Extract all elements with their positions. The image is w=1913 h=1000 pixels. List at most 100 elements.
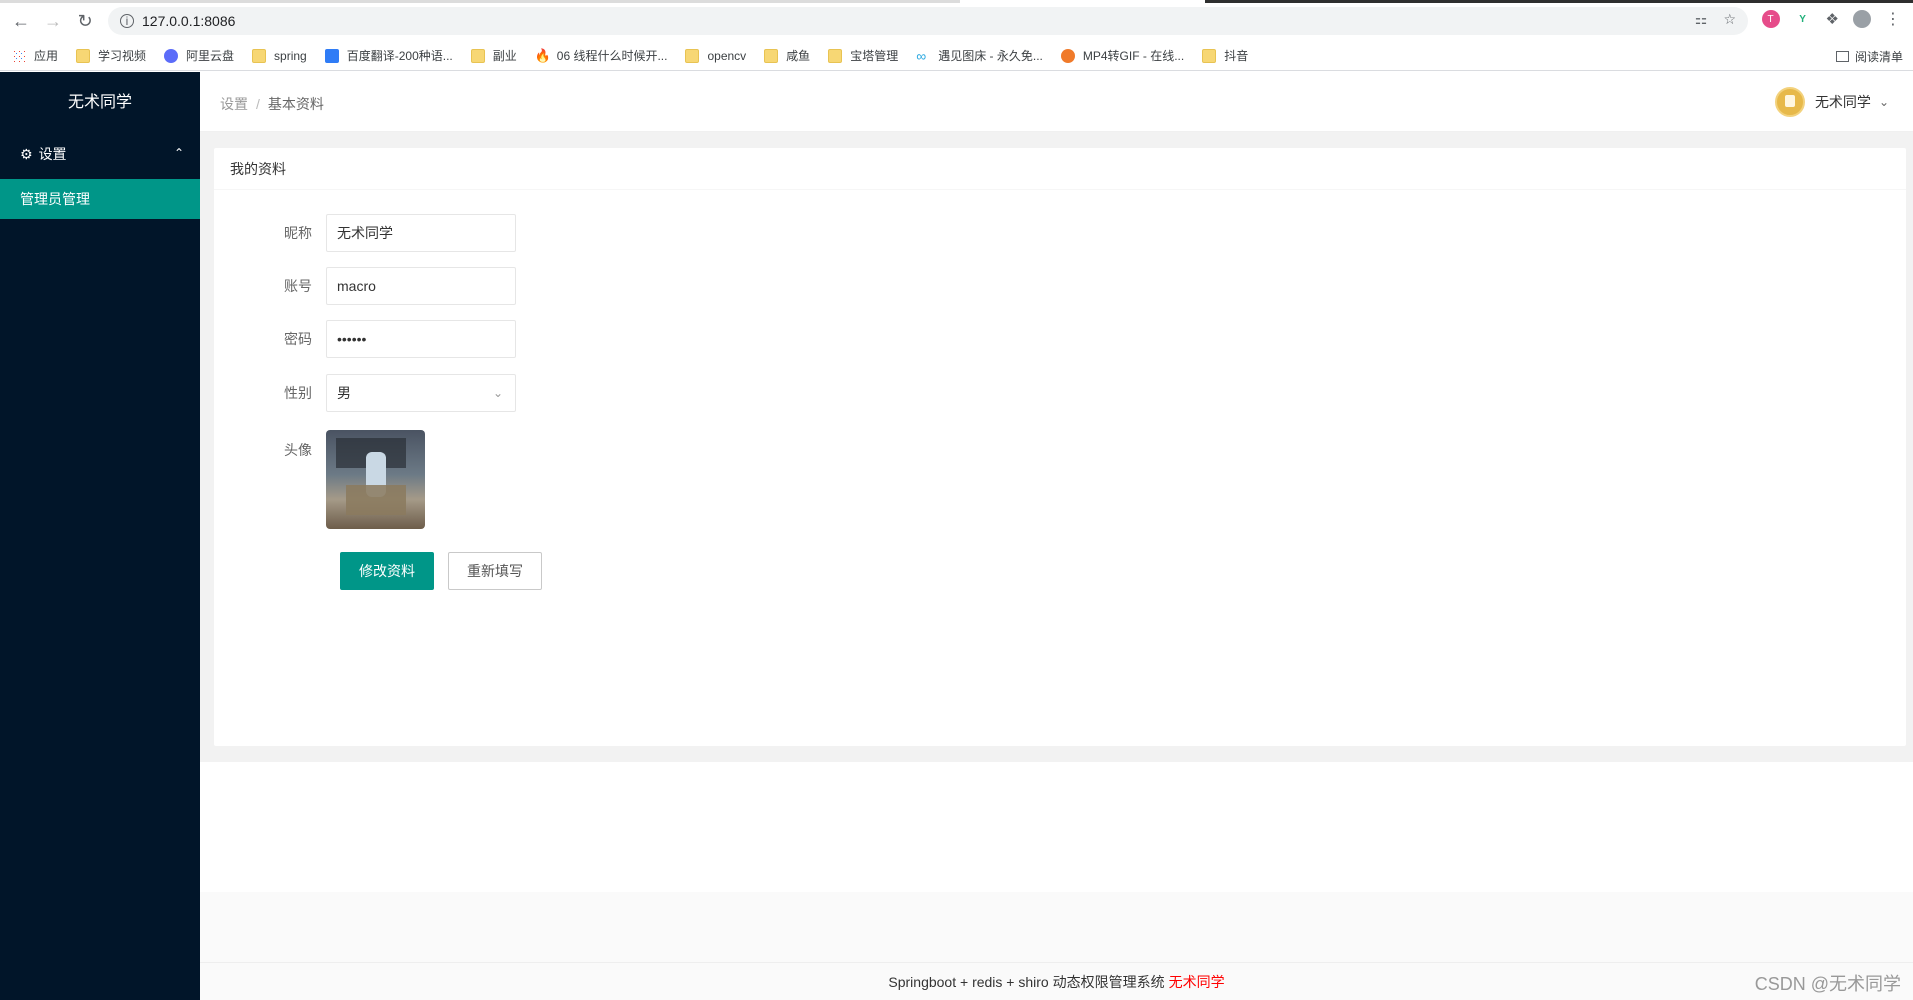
bookmark-item[interactable]: 🔥 06 线程什么时候开... xyxy=(535,47,668,64)
gender-label: 性别 xyxy=(284,385,312,401)
address-bar[interactable]: i 127.0.0.1:8086 ⚏ ☆ xyxy=(108,7,1748,35)
bookmark-item[interactable]: 抖音 xyxy=(1202,47,1248,64)
sidebar-group-label: 设置 xyxy=(38,146,67,162)
gender-selected-value: 男 xyxy=(337,385,351,401)
bookmark-label: MP4转GIF - 在线... xyxy=(1082,49,1185,63)
password-input[interactable]: •••••• xyxy=(326,320,516,358)
avatar-label: 头像 xyxy=(284,442,312,458)
reading-list-button[interactable]: 阅读清单 xyxy=(1835,48,1903,65)
breadcrumb-root[interactable]: 设置 xyxy=(220,96,248,112)
folder-icon xyxy=(685,48,700,63)
gear-icon: ⚙ xyxy=(20,145,33,162)
browser-toolbar: ← → ↻ i 127.0.0.1:8086 ⚏ ☆ T Y ❖ ⋮ xyxy=(0,0,1913,41)
bookmark-item[interactable]: 副业 xyxy=(470,47,517,64)
forward-arrow-icon[interactable]: → xyxy=(36,4,70,38)
bookmark-apps[interactable]: 应用 xyxy=(12,47,58,64)
sidebar-group-settings[interactable]: ⚙ 设置 ⌃ xyxy=(0,132,200,176)
bookmark-label: 学习视频 xyxy=(98,49,147,63)
nickname-label: 昵称 xyxy=(284,225,312,241)
reading-list-icon xyxy=(1835,51,1849,62)
sidebar-item-admin-management[interactable]: 管理员管理 xyxy=(0,179,200,219)
form-actions: 修改资料 重新填写 xyxy=(340,552,542,590)
flame-icon: 🔥 xyxy=(534,47,551,63)
bookmark-label: 06 线程什么时候开... xyxy=(556,49,668,63)
gender-select[interactable]: 男 ⌄ xyxy=(326,374,516,412)
breadcrumb-current: 基本资料 xyxy=(267,96,324,112)
bookmark-item[interactable]: 阿里云盘 xyxy=(164,47,234,64)
infinity-icon: ∞ xyxy=(916,47,927,64)
bookmark-label: 抖音 xyxy=(1224,49,1249,63)
footer-text: Springboot + redis + shiro 动态权限管理系统 xyxy=(888,973,1165,990)
watermark: CSDN @无术同学 xyxy=(1754,974,1901,994)
folder-icon xyxy=(764,48,779,63)
bookmark-item[interactable]: spring xyxy=(252,48,307,63)
avatar-image-table xyxy=(346,485,406,515)
reading-list-label: 阅读清单 xyxy=(1854,50,1903,64)
avatar-upload-image[interactable] xyxy=(326,430,425,529)
tab-strip xyxy=(0,0,960,3)
sidebar-item-label: 管理员管理 xyxy=(20,191,90,207)
extension-v-icon[interactable]: Y xyxy=(1793,10,1812,28)
nickname-input[interactable]: 无术同学 xyxy=(326,214,516,252)
password-row: 密码 •••••• xyxy=(214,320,516,358)
footer-author: 无术同学 xyxy=(1168,973,1225,990)
bookmark-item[interactable]: MP4转GIF - 在线... xyxy=(1060,47,1185,64)
aliyun-drive-icon xyxy=(164,48,179,63)
key-icon[interactable]: ⚏ xyxy=(1695,11,1708,28)
account-input[interactable]: macro xyxy=(326,267,516,305)
convert-icon xyxy=(1060,48,1075,63)
breadcrumb: 设置 / 基本资料 xyxy=(220,94,324,114)
profile-card: 我的资料 昵称 无术同学 账号 macro 密码 •••••• 性别 男 ⌄ 头… xyxy=(214,148,1906,746)
bookmark-item[interactable]: opencv xyxy=(685,48,747,63)
sidebar: 无术同学 ⚙ 设置 ⌃ 管理员管理 xyxy=(0,72,200,1000)
bookmark-label: spring xyxy=(274,48,307,63)
user-name: 无术同学 xyxy=(1814,94,1871,110)
reload-icon[interactable]: ↻ xyxy=(68,4,102,38)
folder-icon xyxy=(470,48,485,63)
bookmark-item[interactable]: 宝塔管理 xyxy=(828,47,898,64)
folder-icon xyxy=(252,48,267,63)
back-arrow-icon[interactable]: ← xyxy=(4,4,38,38)
account-row: 账号 macro xyxy=(214,267,516,305)
url-text[interactable]: 127.0.0.1:8086 xyxy=(142,13,235,29)
bookmark-item[interactable]: ∞ 遇见图床 - 永久免... xyxy=(916,47,1043,64)
bookmark-label: 宝塔管理 xyxy=(850,49,899,63)
bookmark-item[interactable]: 咸鱼 xyxy=(764,47,810,64)
folder-icon xyxy=(828,48,843,63)
bookmark-label: 阿里云盘 xyxy=(186,49,235,63)
apps-grid-icon xyxy=(12,48,26,63)
bookmark-label: 百度翻译-200种语... xyxy=(346,49,453,63)
nickname-row: 昵称 无术同学 xyxy=(214,214,516,252)
breadcrumb-separator: / xyxy=(256,96,260,112)
footer: Springboot + redis + shiro 动态权限管理系统 无术同学 xyxy=(200,962,1913,1000)
chevron-down-icon: ⌄ xyxy=(492,386,503,400)
bookmark-label: 副业 xyxy=(492,49,517,63)
puzzle-icon[interactable]: ❖ xyxy=(1826,10,1839,28)
gender-row: 性别 男 ⌄ xyxy=(214,374,516,412)
bookmark-label: 应用 xyxy=(34,49,59,63)
bookmarks-bar: 应用 学习视频 阿里云盘 spring 百度翻译-200种语... 副业 🔥 06… xyxy=(0,41,1913,71)
menu-dots-icon[interactable]: ⋮ xyxy=(1885,9,1901,29)
folder-icon xyxy=(1202,48,1217,63)
star-icon[interactable]: ☆ xyxy=(1723,11,1736,28)
chevron-up-icon: ⌃ xyxy=(173,146,184,160)
user-menu[interactable]: 无术同学 ⌄ xyxy=(1774,87,1889,117)
info-icon[interactable]: i xyxy=(120,14,134,28)
card-title: 我的资料 xyxy=(214,148,1906,190)
bookmark-label: 咸鱼 xyxy=(786,49,811,63)
tab-strip-dark xyxy=(1205,0,1913,3)
bookmark-label: 遇见图床 - 永久免... xyxy=(938,49,1043,63)
reset-form-button[interactable]: 重新填写 xyxy=(448,552,542,590)
chevron-down-icon: ⌄ xyxy=(1878,95,1889,109)
account-label: 账号 xyxy=(284,278,312,294)
top-header: 设置 / 基本资料 无术同学 ⌄ xyxy=(200,72,1913,132)
baidu-translate-icon xyxy=(324,48,339,63)
app-logo-title[interactable]: 无术同学 xyxy=(0,72,200,128)
bookmark-item[interactable]: 学习视频 xyxy=(76,47,146,64)
extension-t-icon[interactable]: T xyxy=(1761,10,1780,28)
bookmark-item[interactable]: 百度翻译-200种语... xyxy=(324,47,453,64)
profile-icon[interactable] xyxy=(1853,10,1871,28)
submit-profile-button[interactable]: 修改资料 xyxy=(340,552,434,590)
folder-icon xyxy=(76,48,91,63)
bookmark-label: opencv xyxy=(707,48,747,63)
